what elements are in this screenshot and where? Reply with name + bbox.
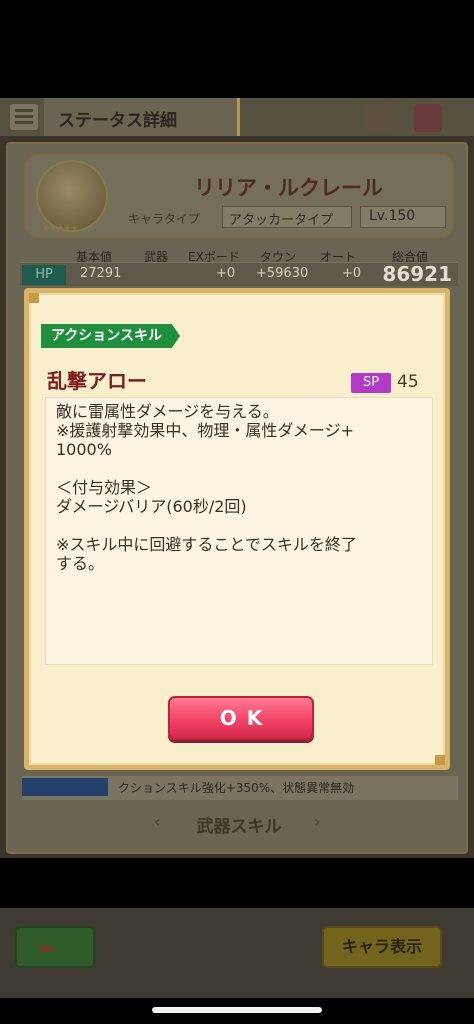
lock-icon[interactable]: [364, 104, 392, 132]
ok-button[interactable]: OK: [168, 696, 314, 740]
description-line: ダメージバリア(60秒/2回): [56, 497, 247, 516]
skill-description: 敵に雷属性ダメージを与える。 ※援護射撃効果中、物理・属性ダメージ+ 1000%…: [45, 397, 433, 665]
level-value: Lv.150: [360, 206, 446, 228]
description-line: ※援護射撃効果中、物理・属性ダメージ+: [56, 421, 355, 440]
back-button[interactable]: ⬅: [15, 926, 95, 968]
chevron-left-icon[interactable]: ‹: [154, 812, 161, 831]
character-name: リリア・ルクレール: [194, 176, 383, 200]
description-line: ＜付与効果＞: [56, 478, 153, 497]
sp-value: 45: [397, 372, 419, 392]
menu-icon[interactable]: [10, 104, 38, 130]
title-bar: ステータス詳細: [0, 98, 474, 136]
heart-icon[interactable]: [414, 104, 442, 132]
weapon-skill-title: 武器スキル: [196, 817, 282, 837]
skill-strip-text: クションスキル強化+350%、状態異常無効: [118, 781, 355, 795]
hp-ex-value: +0: [216, 266, 236, 281]
hp-badge: HP: [22, 265, 66, 285]
character-avatar: [36, 160, 108, 232]
skill-category-ribbon: アクションスキル: [41, 324, 181, 348]
description-line: 敵に雷属性ダメージを与える。: [56, 402, 279, 421]
weapon-skill-heading: ‹ 武器スキル ›: [8, 812, 470, 837]
hp-base-value: 27291: [80, 266, 122, 281]
hp-auto-value: +0: [342, 266, 362, 281]
hp-total-value: 86921: [382, 262, 452, 286]
sp-badge: SP: [351, 373, 391, 393]
page-title: ステータス詳細: [58, 111, 177, 131]
home-indicator[interactable]: [152, 1007, 322, 1013]
description-line: ※スキル中に回避することでスキルを終了: [56, 535, 357, 554]
type-value: アタッカータイプ: [222, 206, 352, 228]
description-line: 1000%: [56, 440, 112, 459]
description-line: する。: [56, 554, 105, 573]
left-arrow-icon: ⬅: [37, 937, 56, 962]
rarity-stars: ★★★★★: [42, 224, 78, 234]
hp-town-value: +59630: [256, 266, 309, 281]
title-plate: ステータス詳細: [44, 98, 240, 136]
chara-display-button[interactable]: キャラ表示: [322, 926, 442, 968]
character-card: ★★★★★ リリア・ルクレール キャラタイプ アタッカータイプ Lv.150: [24, 154, 454, 238]
skill-effect-strip: クションスキル強化+350%、状態異常無効: [22, 776, 458, 800]
skill-strip-badge: [22, 778, 108, 796]
footer-bar: ⬅ キャラ表示: [0, 908, 474, 998]
skill-name: 乱撃アロー: [47, 369, 147, 393]
hp-row: HP 27291 +0 +59630 +0 86921: [20, 262, 458, 286]
type-label: キャラタイプ: [128, 212, 201, 226]
skill-detail-dialog: アクションスキル 乱撃アロー SP 45 敵に雷属性ダメージを与える。 ※援護射…: [24, 288, 450, 770]
chevron-right-icon[interactable]: ›: [314, 812, 321, 831]
